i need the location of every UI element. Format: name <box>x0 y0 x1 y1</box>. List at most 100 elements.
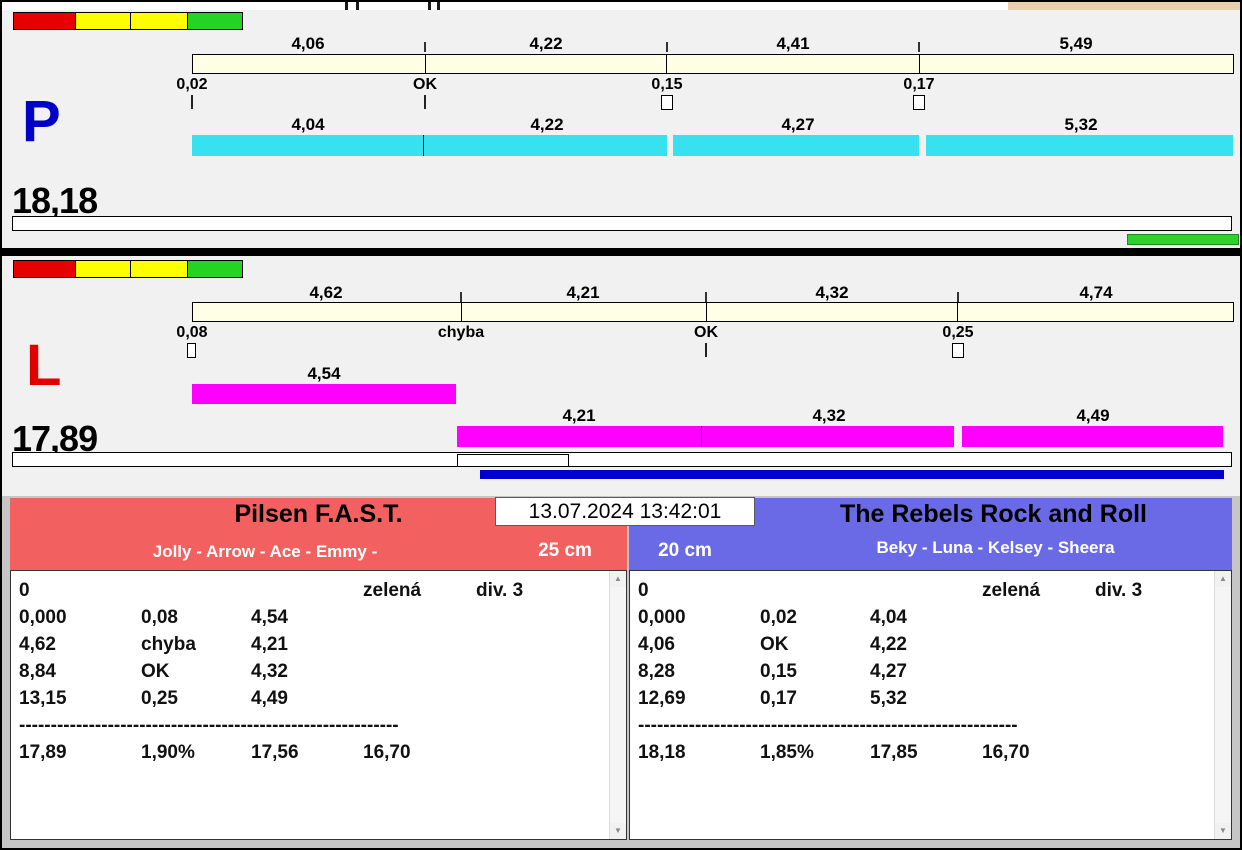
result-row: 12,69 0,17 5,32 <box>638 685 1231 712</box>
run-time-label: 5,32 <box>1064 115 1098 134</box>
split-time-bar <box>192 302 1234 322</box>
result-cell <box>363 631 476 658</box>
result-cell: 4,21 <box>251 634 288 655</box>
result-cell: 4,49 <box>251 688 288 709</box>
run-time-label: 4,32 <box>812 406 846 425</box>
split-segment <box>193 303 462 321</box>
boundary-tick <box>957 292 959 302</box>
run-segment <box>673 135 919 156</box>
run-segment <box>962 426 1223 447</box>
scroll-down-button[interactable]: ▼ <box>610 823 626 839</box>
total-net-time: 17,85 <box>870 742 918 763</box>
split-time-label: 4,06 <box>291 34 325 53</box>
result-cell: 0,25 <box>141 688 178 709</box>
totals-row: 18,18 1,85% 17,85 16,70 <box>638 739 1231 766</box>
run-time-label: 4,27 <box>781 115 815 134</box>
result-cell: 0,15 <box>760 661 797 682</box>
result-cell: 4,27 <box>870 661 907 682</box>
lane-panel-p: P 18,18 4,06 4,22 4,41 5,49 0,02 OK 0,15… <box>2 10 1240 248</box>
penalty-marker-box <box>952 343 964 358</box>
result-cell: 8,28 <box>638 661 675 682</box>
result-cell: OK <box>760 634 789 655</box>
total-net-time: 17,56 <box>251 742 299 763</box>
split-time-label: 4,22 <box>529 34 563 53</box>
result-row: 8,84 OK 4,32 <box>19 658 626 685</box>
run-segment <box>702 426 954 447</box>
result-cell <box>982 658 1095 685</box>
result-row: 4,06 OK 4,22 <box>638 631 1231 658</box>
result-cell: div. 3 <box>476 580 524 601</box>
change-label: 0,17 <box>903 76 935 93</box>
timestamp-display: 13.07.2024 13:42:01 <box>495 497 755 526</box>
scroll-down-button[interactable]: ▼ <box>1215 823 1231 839</box>
split-time-label: 4,32 <box>815 283 849 302</box>
result-cell: OK <box>141 661 170 682</box>
result-cell: 4,06 <box>638 634 675 655</box>
light-green <box>187 260 243 278</box>
penalty-marker-box <box>187 343 196 358</box>
light-red <box>13 12 76 30</box>
change-label: 0,08 <box>176 324 208 341</box>
run-time-label: 4,21 <box>562 406 596 425</box>
vertical-scrollbar[interactable]: ▲ ▼ <box>609 571 626 839</box>
arrow-down-icon: ▼ <box>614 826 622 835</box>
result-cell <box>363 658 476 685</box>
scroll-up-button[interactable]: ▲ <box>610 571 626 587</box>
result-cell: zelená <box>982 580 1041 601</box>
change-marker-line <box>191 95 193 109</box>
result-cell: 13,15 <box>19 688 67 709</box>
team-members: Jolly - Arrow - Ace - Emmy - <box>152 542 378 561</box>
run-time-label: 4,22 <box>530 115 564 134</box>
split-time-label: 4,41 <box>776 34 810 53</box>
result-cell <box>251 577 363 604</box>
result-cell <box>982 631 1095 658</box>
change-marker-line <box>424 95 426 109</box>
change-label: 0,15 <box>651 76 683 93</box>
split-time-label: 4,74 <box>1079 283 1113 302</box>
lane-divider <box>2 248 1240 256</box>
scroll-up-button[interactable]: ▲ <box>1215 571 1231 587</box>
result-cell <box>141 577 251 604</box>
run-time-bar <box>457 426 1224 447</box>
result-cell <box>363 604 476 631</box>
run-segment <box>424 135 667 156</box>
result-row: 0 zelená div. 3 <box>19 577 626 604</box>
split-segment <box>706 303 959 321</box>
result-cell: 0 <box>19 580 30 601</box>
change-label: chyba <box>437 324 485 341</box>
change-label: OK <box>413 76 437 93</box>
result-cell: 0 <box>638 580 649 601</box>
change-marker-line <box>705 343 707 357</box>
lane-progress-track <box>12 216 1232 231</box>
progress-bar-blue <box>480 470 1224 479</box>
teams-section: 13.07.2024 13:42:01 Pilsen F.A.S.T. Joll… <box>2 496 1240 848</box>
team-result-area[interactable]: 0 zelená div. 3 0,000 0,08 4,54 4,62 chy… <box>10 570 627 840</box>
team-result-area[interactable]: 0 zelená div. 3 0,000 0,02 4,04 4,06 OK <box>629 570 1232 840</box>
split-segment <box>958 303 1233 321</box>
separator-row: ----------------------------------------… <box>19 715 399 736</box>
split-segment <box>667 55 920 73</box>
vertical-scrollbar[interactable]: ▲ ▼ <box>1214 571 1231 839</box>
total-time: 18,18 <box>638 742 686 763</box>
team-panel-right: The Rebels Rock and Roll Beky - Luna - K… <box>629 498 1232 840</box>
split-segment <box>461 303 707 321</box>
light-yellow <box>75 260 131 278</box>
boundary-tick <box>705 292 707 302</box>
team-name: The Rebels Rock and Roll <box>839 500 1147 528</box>
result-cell: div. 3 <box>1095 580 1143 601</box>
result-row: 8,28 0,15 4,27 <box>638 658 1231 685</box>
result-cell: 8,84 <box>19 661 56 682</box>
result-cell: 0,17 <box>760 688 797 709</box>
jump-height-badge: 25 cm <box>538 540 592 561</box>
split-time-bar <box>192 54 1234 74</box>
result-cell: 12,69 <box>638 688 686 709</box>
lane-panel-l: L 17,89 4,62 4,21 4,32 4,74 0,08 chyba O… <box>2 256 1240 488</box>
arrow-down-icon: ▼ <box>1219 826 1227 835</box>
team-panel-left: Pilsen F.A.S.T. Jolly - Arrow - Ace - Em… <box>10 498 627 840</box>
result-cell: 4,04 <box>870 607 907 628</box>
run-time-label: 4,49 <box>1076 406 1110 425</box>
status-lights <box>13 260 243 278</box>
split-time-label: 4,62 <box>309 283 343 302</box>
arrow-up-icon: ▲ <box>1219 574 1227 583</box>
light-green <box>187 12 243 30</box>
